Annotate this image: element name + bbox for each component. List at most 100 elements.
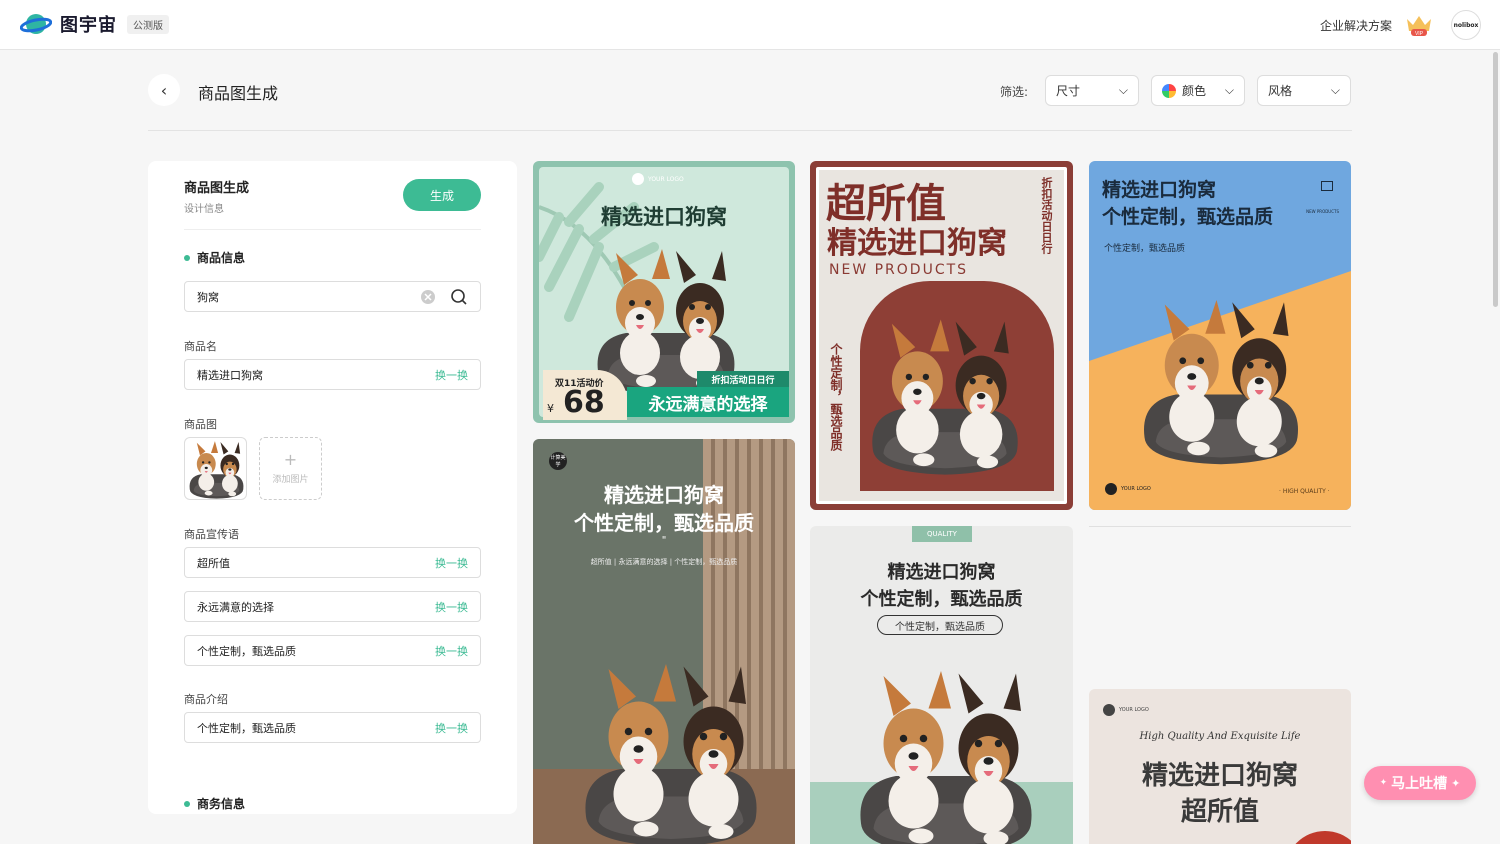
chevron-down-icon: ⌵ bbox=[1224, 83, 1234, 97]
price-value: 68 bbox=[563, 385, 605, 420]
feedback-label: 马上吐槽 bbox=[1391, 776, 1448, 792]
chevron-left-icon: ‹ bbox=[160, 80, 168, 100]
add-image-label: 添加图片 bbox=[272, 475, 309, 485]
page-title: 商品图生成 bbox=[198, 84, 279, 103]
slogan-value: 超所值 bbox=[197, 556, 230, 570]
design-card-5[interactable]: QUALITY 精选进口狗窝 个性定制，甄选品质 个性定制，甄选品质 bbox=[810, 526, 1073, 844]
slogan-field-3[interactable]: 个性定制，甄选品质 换一换 bbox=[184, 635, 481, 666]
product-name-field[interactable]: 精选进口狗窝 换一换 bbox=[184, 359, 481, 390]
color-filter-label: 颜色 bbox=[1182, 84, 1207, 98]
swap-button[interactable]: 换一换 bbox=[435, 643, 468, 659]
product-name-value: 精选进口狗窝 bbox=[197, 368, 263, 382]
brand-badge: 计算美学 bbox=[549, 452, 567, 470]
style-filter-dropdown[interactable]: 风格 ⌵ bbox=[1257, 75, 1351, 106]
enterprise-solutions-link[interactable]: 企业解决方案 bbox=[1320, 17, 1392, 34]
product-image-label: 商品图 bbox=[184, 418, 217, 431]
currency-symbol: ¥ bbox=[547, 402, 554, 415]
swap-button[interactable]: 换一换 bbox=[435, 599, 468, 615]
store-icon bbox=[1321, 181, 1333, 191]
sparkle-icon: ✦ bbox=[1451, 776, 1461, 790]
intro-value: 个性定制，甄选品质 bbox=[197, 721, 296, 735]
card-title: 精选进口狗窝 bbox=[1102, 179, 1217, 201]
plus-icon: + bbox=[283, 450, 298, 469]
slogan-field-1[interactable]: 超所值 换一换 bbox=[184, 547, 481, 578]
planet-logo-icon bbox=[20, 14, 52, 34]
search-icon[interactable] bbox=[450, 288, 468, 306]
panel-title: 商品图生成 bbox=[184, 181, 250, 196]
design-card-3[interactable]: 精选进口狗窝 个性定制，甄选品质 个性定制，甄选品质 NEW PRODUCTS … bbox=[1089, 161, 1351, 510]
swap-button[interactable]: 换一换 bbox=[435, 555, 468, 571]
dog-bed-image bbox=[1144, 300, 1298, 465]
card-title: 精选进口狗窝 bbox=[601, 205, 727, 229]
red-shape bbox=[1285, 831, 1351, 844]
section-dot-icon bbox=[184, 254, 190, 261]
intro-field[interactable]: 个性定制，甄选品质 换一换 bbox=[184, 712, 481, 743]
chevron-down-icon: ⌵ bbox=[1330, 83, 1340, 97]
scrollbar[interactable] bbox=[1493, 52, 1498, 307]
design-card-1[interactable]: YOUR LOGO 精选进口狗窝 双11活动价 ¥ 68 折扣活动日日行 永远满… bbox=[533, 161, 795, 423]
product-search-input[interactable]: 狗窝 bbox=[184, 281, 481, 312]
product-name-label: 商品名 bbox=[184, 340, 217, 353]
sparkle-icon: ✦ bbox=[1379, 778, 1388, 788]
card-script-text: High Quality And Exquisite Life bbox=[1139, 731, 1301, 742]
filter-label: 筛选: bbox=[1000, 85, 1029, 99]
product-image-thumbnail[interactable] bbox=[184, 437, 247, 500]
card-pill: 个性定制，甄选品质 bbox=[877, 615, 1003, 635]
generate-button[interactable]: 生成 bbox=[403, 179, 481, 211]
add-image-button[interactable]: + 添加图片 bbox=[259, 437, 322, 500]
intro-label: 商品介绍 bbox=[184, 693, 228, 706]
vip-crown-icon[interactable]: VIP bbox=[1404, 13, 1434, 37]
dog-bed-image bbox=[860, 671, 1032, 844]
size-filter-dropdown[interactable]: 尺寸 ⌵ bbox=[1045, 75, 1139, 106]
logo[interactable]: 图宇宙 公测版 bbox=[20, 11, 169, 37]
dog-bed-image bbox=[189, 441, 244, 499]
size-filter-label: 尺寸 bbox=[1056, 84, 1081, 98]
promo-tag: 折扣活动日日行 bbox=[697, 371, 789, 387]
design-card-2[interactable]: 超所值 精选进口狗窝 NEW PRODUCTS 折扣活动日日行 个性定制，甄选品… bbox=[810, 161, 1073, 510]
feedback-button[interactable]: ✦ 马上吐槽 ✦ bbox=[1364, 766, 1476, 800]
swap-button[interactable]: 换一换 bbox=[435, 720, 468, 736]
logo-text: YOUR LOGO bbox=[1121, 486, 1151, 492]
beta-badge: 公测版 bbox=[127, 14, 169, 34]
logo-grid-icon bbox=[632, 173, 644, 185]
color-wheel-icon bbox=[1162, 83, 1176, 98]
slogan-field-2[interactable]: 永远满意的选择 换一换 bbox=[184, 591, 481, 622]
chevron-down-icon: ⌵ bbox=[1118, 83, 1128, 97]
section-title: 商务信息 bbox=[197, 797, 246, 811]
card-logo: YOUR LOGO bbox=[1103, 704, 1149, 716]
card-subtitle: 个性定制，甄选品质 bbox=[574, 511, 754, 535]
card-subtitle: 个性定制，甄选品质 bbox=[860, 589, 1023, 610]
card-sub: 超所值 | 永远满意的选择 | 个性定制，甄选品质 bbox=[590, 558, 738, 566]
card-title: 精选进口狗窝 bbox=[1141, 761, 1298, 791]
new-products-text: NEW PRODUCTS bbox=[1306, 209, 1339, 214]
style-filter-label: 风格 bbox=[1268, 84, 1293, 98]
card-subtitle: 个性定制，甄选品质 bbox=[1102, 206, 1274, 228]
avatar[interactable]: nolibox bbox=[1451, 10, 1481, 40]
panel-divider bbox=[184, 229, 481, 230]
header-divider bbox=[148, 130, 1352, 131]
design-card-6[interactable]: YOUR LOGO High Quality And Exquisite Lif… bbox=[1089, 689, 1351, 844]
dog-bed-image bbox=[585, 664, 757, 844]
section-dot-icon bbox=[184, 800, 190, 807]
clear-icon[interactable] bbox=[420, 289, 436, 305]
card-side-text: 折扣活动日日行 bbox=[1040, 177, 1053, 254]
swap-button[interactable]: 换一换 bbox=[435, 367, 468, 383]
quality-tag: QUALITY bbox=[912, 526, 972, 542]
color-filter-dropdown[interactable]: 颜色 ⌵ bbox=[1151, 75, 1245, 106]
card-title: 精选进口狗窝 bbox=[827, 226, 1007, 261]
card-title: 精选进口狗窝 bbox=[604, 483, 724, 507]
design-card-4[interactable]: 计算美学 精选进口狗窝 个性定制，甄选品质 " 超所值 | 永远满意的选择 | … bbox=[533, 439, 795, 844]
slogan-label: 商品宣传语 bbox=[184, 528, 239, 541]
quote-mark: " bbox=[661, 535, 667, 546]
card-sub: NEW PRODUCTS bbox=[829, 262, 969, 278]
product-info-section: 商品信息 bbox=[184, 249, 245, 266]
design-info-panel: 商品图生成 设计信息 生成 商品信息 狗窝 商品名 精选进口狗窝 换一换 商品图… bbox=[148, 161, 517, 814]
column-divider bbox=[1089, 526, 1351, 527]
slogan-value: 永远满意的选择 bbox=[197, 600, 274, 614]
back-button[interactable]: ‹ bbox=[148, 74, 180, 106]
logo-text: YOUR LOGO bbox=[648, 175, 684, 183]
panel-subtitle: 设计信息 bbox=[184, 204, 224, 215]
card-title: 精选进口狗窝 bbox=[887, 562, 996, 583]
business-info-section: 商务信息 bbox=[184, 795, 245, 812]
search-value: 狗窝 bbox=[197, 290, 219, 304]
